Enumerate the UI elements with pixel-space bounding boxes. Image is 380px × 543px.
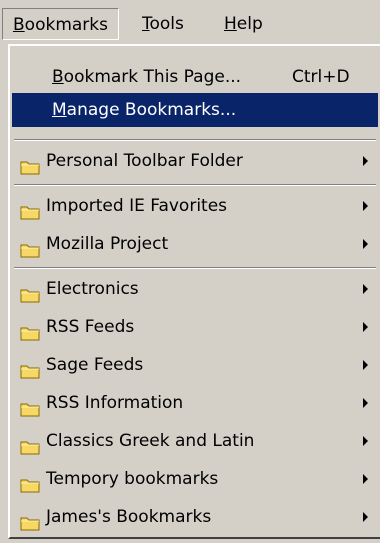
folder-icon — [20, 319, 40, 341]
chevron-right-icon — [363, 360, 368, 370]
folder-icon — [20, 198, 40, 220]
folder-icon — [20, 236, 40, 258]
folder-icon — [20, 509, 40, 531]
bookmark-this-page-shortcut: Ctrl+D — [292, 67, 350, 87]
folder-icon — [20, 281, 40, 303]
chevron-right-icon — [363, 156, 368, 166]
folder-icon — [20, 471, 40, 493]
folder-item-mozilla-project[interactable]: Mozilla Project — [12, 227, 378, 261]
folder-icon — [20, 395, 40, 417]
chevron-right-icon — [363, 474, 368, 484]
menubar: Bookmarks Tools Help — [0, 0, 380, 44]
folder-label: RSS Feeds — [46, 317, 135, 337]
folder-label: Personal Toolbar Folder — [46, 151, 243, 171]
folder-label: Sage Feeds — [46, 355, 144, 375]
folder-label: Classics Greek and Latin — [46, 431, 255, 451]
folder-item-james-bookmarks[interactable]: James's Bookmarks — [12, 500, 378, 534]
folder-item-electronics[interactable]: Electronics — [12, 272, 378, 306]
manage-bookmarks-item[interactable]: Manage Bookmarks... — [12, 93, 378, 127]
menu-tools-accelerator: T — [142, 14, 150, 34]
folder-label: Imported IE Favorites — [46, 196, 228, 216]
chevron-right-icon — [363, 201, 368, 211]
folder-label: Electronics — [46, 279, 139, 299]
menu-help[interactable]: Help — [214, 8, 273, 40]
folder-item-tempory-bookmarks[interactable]: Tempory bookmarks — [12, 462, 378, 496]
folder-label: RSS Information — [46, 393, 184, 413]
menu-bookmarks-accelerator: B — [13, 15, 25, 35]
menu-help-accelerator: H — [224, 14, 237, 34]
bookmark-this-page-label: Bookmark This Page... — [52, 67, 242, 87]
chevron-right-icon — [363, 512, 368, 522]
folder-label: Mozilla Project — [46, 234, 169, 254]
folder-item-imported-ie[interactable]: Imported IE Favorites — [12, 189, 378, 223]
menu-separator — [14, 184, 376, 186]
chevron-right-icon — [363, 398, 368, 408]
folder-label: James's Bookmarks — [46, 507, 212, 527]
folder-label: Tempory bookmarks — [46, 469, 219, 489]
folder-item-classics-greek-latin[interactable]: Classics Greek and Latin — [12, 424, 378, 458]
folder-item-rss-information[interactable]: RSS Information — [12, 386, 378, 420]
menu-tools-label: ools — [149, 14, 184, 34]
bookmarks-dropdown: Bookmark This Page... Ctrl+D Manage Book… — [8, 44, 380, 539]
menu-bookmarks[interactable]: Bookmarks — [2, 8, 119, 40]
folder-item-personal-toolbar[interactable]: Personal Toolbar Folder — [12, 144, 378, 178]
chevron-right-icon — [363, 322, 368, 332]
menu-separator — [14, 267, 376, 269]
folder-icon — [20, 357, 40, 379]
menu-help-label: elp — [236, 14, 263, 34]
folder-icon — [20, 153, 40, 175]
chevron-right-icon — [363, 239, 368, 249]
menu-bookmarks-label: ookmarks — [24, 15, 108, 35]
folder-item-rss-feeds[interactable]: RSS Feeds — [12, 310, 378, 344]
menu-tools[interactable]: Tools — [132, 8, 194, 40]
chevron-right-icon — [363, 436, 368, 446]
folder-icon — [20, 433, 40, 455]
manage-bookmarks-label: Manage Bookmarks... — [52, 100, 237, 120]
menu-separator — [14, 139, 376, 141]
bookmark-this-page-item[interactable]: Bookmark This Page... Ctrl+D — [12, 60, 378, 94]
chevron-right-icon — [363, 284, 368, 294]
folder-item-sage-feeds[interactable]: Sage Feeds — [12, 348, 378, 382]
